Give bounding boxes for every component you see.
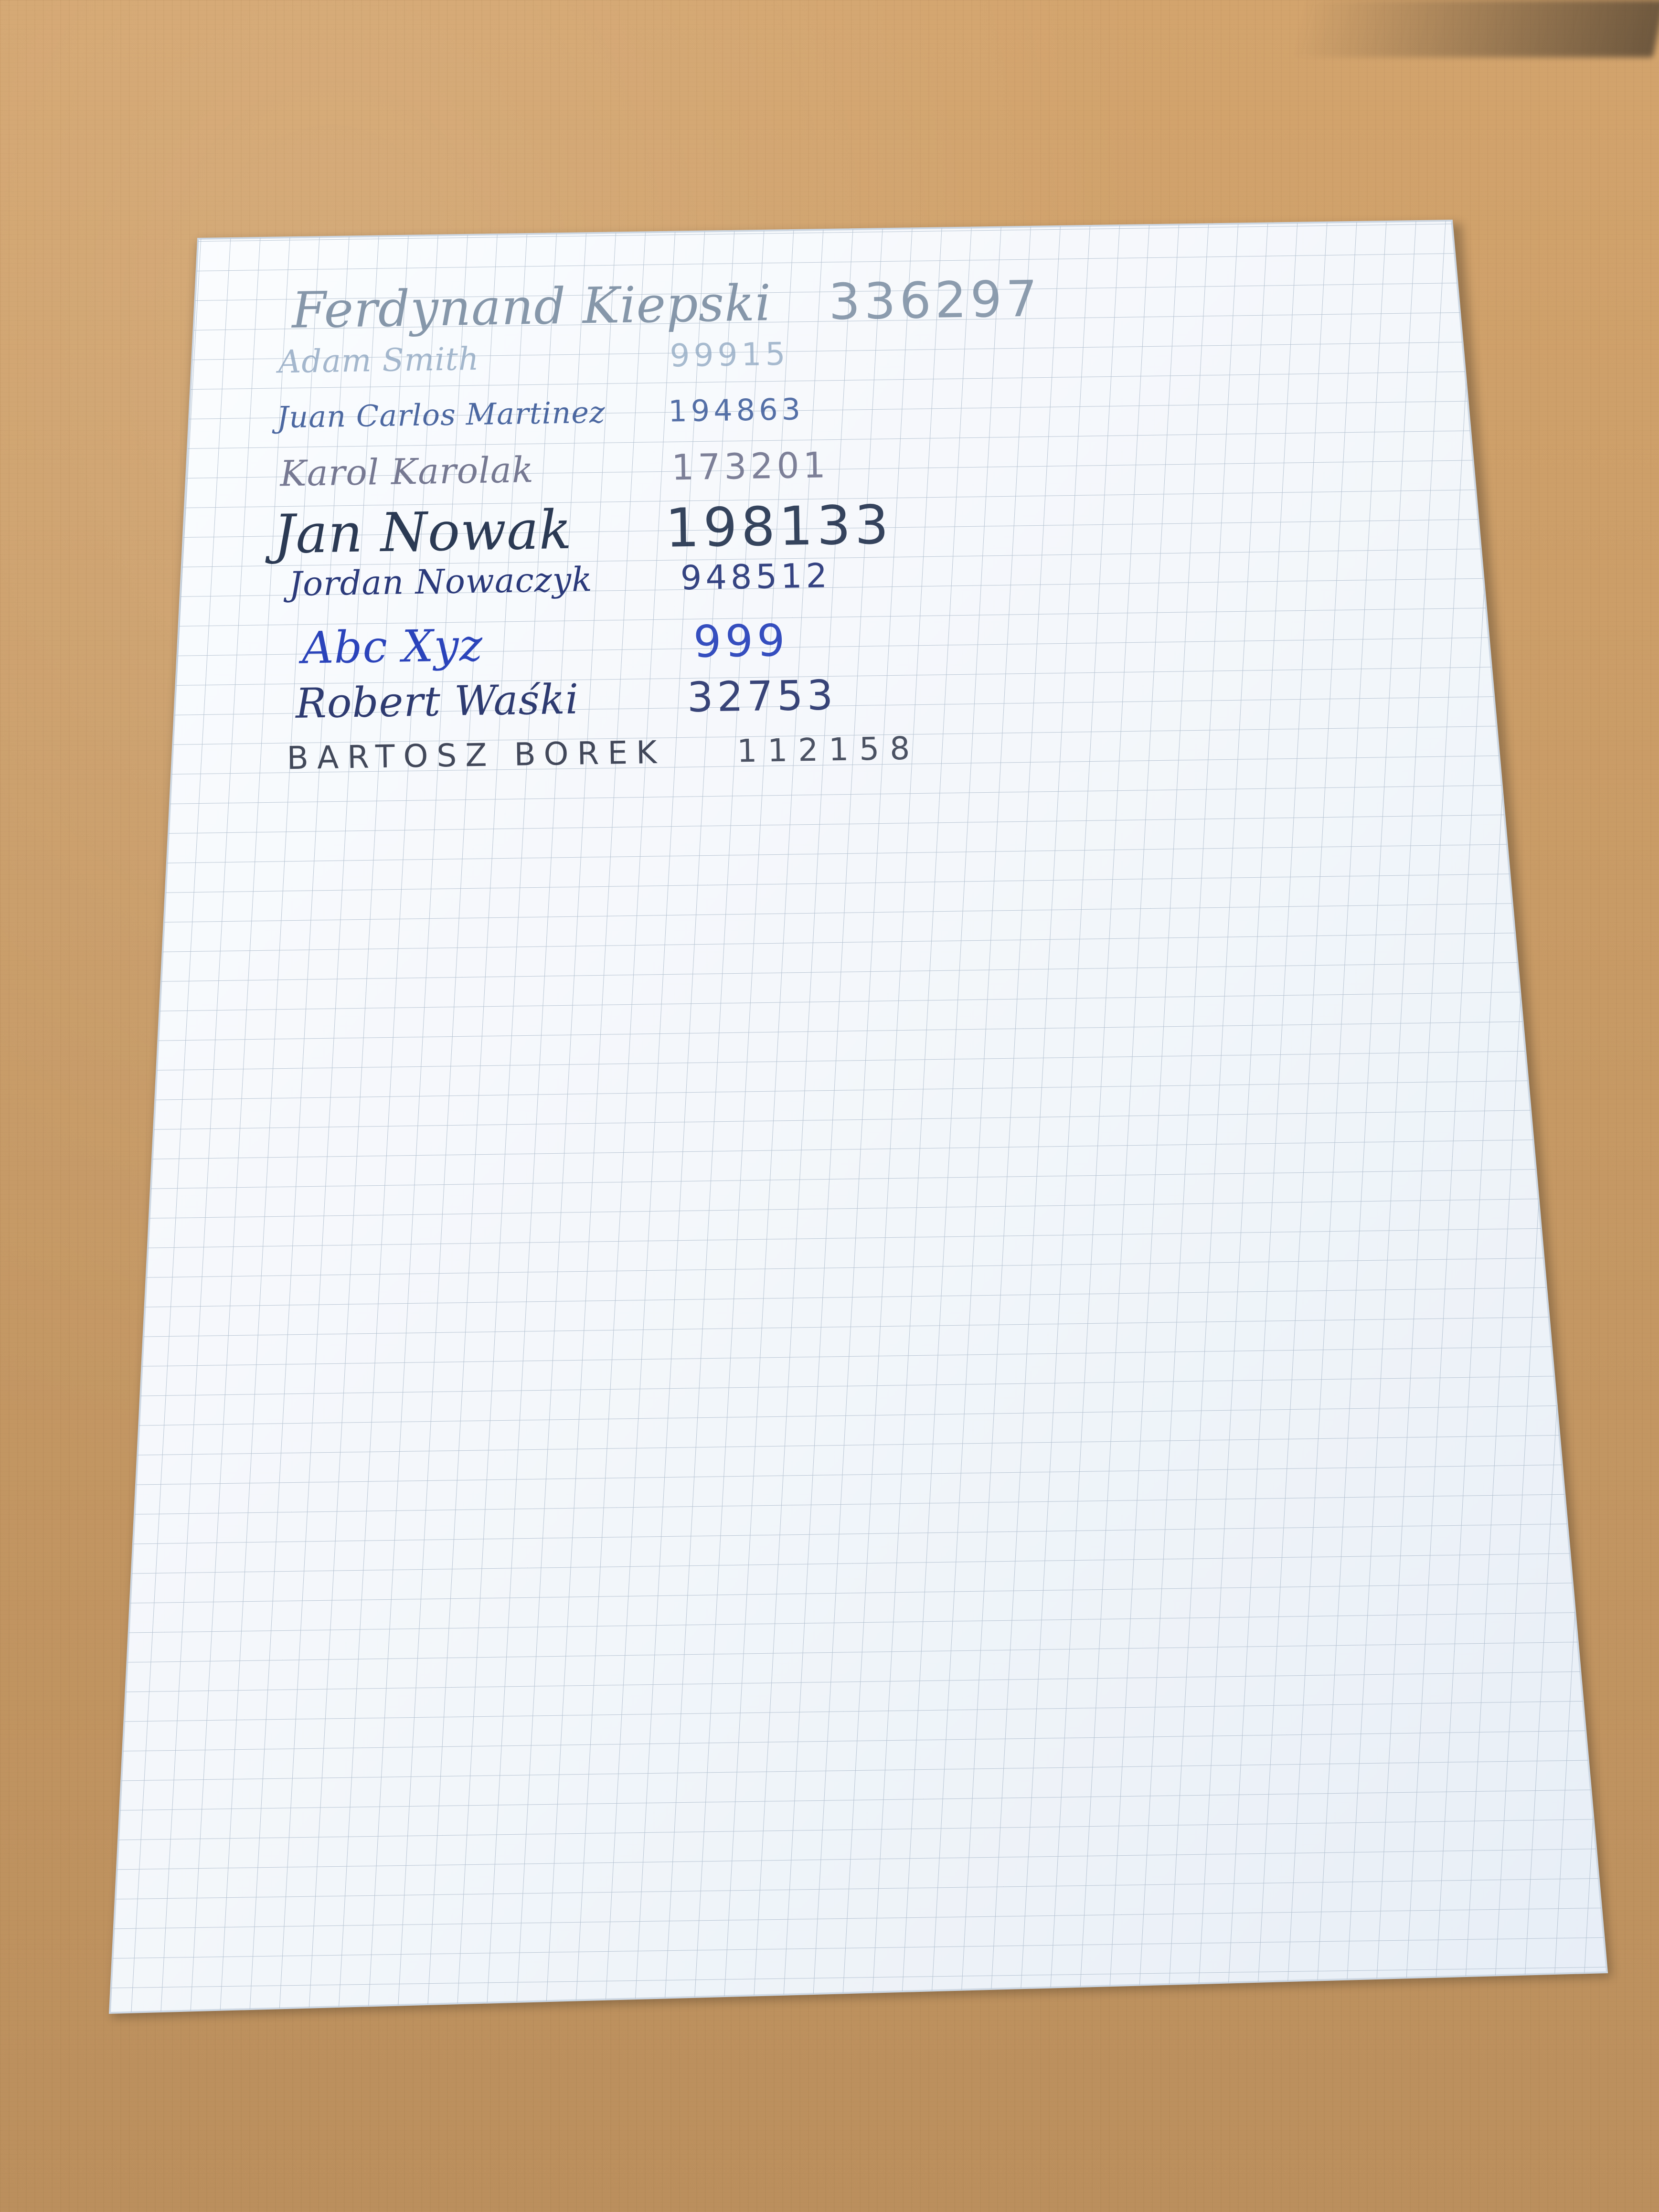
desk-grain-texture	[0, 0, 1659, 2212]
dark-object-top-right	[1290, 0, 1659, 57]
desk-surface	[0, 0, 1659, 2212]
